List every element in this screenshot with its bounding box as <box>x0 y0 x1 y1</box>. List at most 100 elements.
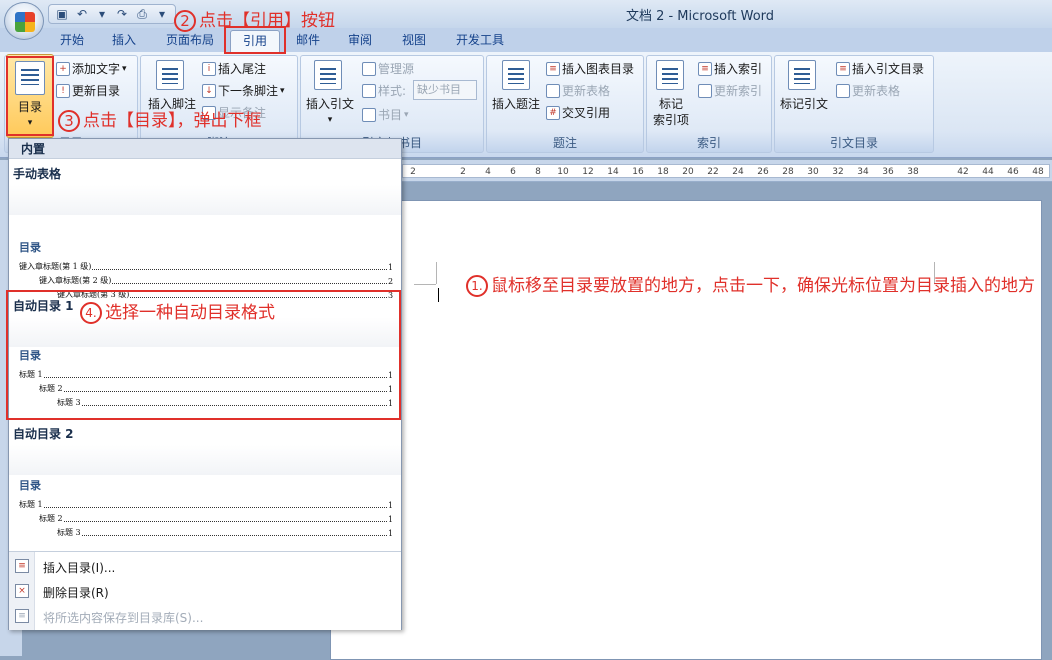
office-button[interactable] <box>4 2 44 40</box>
style-select[interactable]: 缺少书目 <box>413 80 477 100</box>
mark-citation-icon <box>788 60 816 90</box>
ruler-tick-label: 2 <box>460 167 466 177</box>
horizontal-ruler[interactable]: 2 2 4 6 8 10 12 14 16 18 20 22 24 26 28 30 32 34 36 38 42 44 4… <box>402 160 1052 182</box>
remove-toc-menu-item[interactable]: 删除目录(R) <box>43 584 109 601</box>
ruler-tick-label: 30 <box>807 167 819 177</box>
print-preview-icon[interactable]: ⎙ <box>133 6 151 22</box>
toc-preview-line: 标题 11 <box>19 500 394 510</box>
ruler-tick-label: 28 <box>782 167 794 177</box>
annotation-step-1: 1. 鼠标移至目录要放置的地方，点击一下，确保光标位置为目录插入的地方 <box>466 274 1046 299</box>
update-toc-label: 更新目录 <box>72 84 121 98</box>
insert-tof-button[interactable]: ≡ 插入图表目录 <box>546 60 634 77</box>
redo-icon[interactable]: ↷ <box>113 6 131 22</box>
toc-preview-line: 键入章标题(第 1 级) 1 <box>19 262 394 272</box>
cross-reference-label: 交叉引用 <box>562 106 611 120</box>
cross-reference-icon: # <box>546 105 560 120</box>
gallery-header: 内置 <box>9 139 401 159</box>
update-toa-label: 更新表格 <box>852 84 901 98</box>
endnote-icon: i <box>202 61 216 76</box>
style-label-wrap: 样式: <box>362 82 406 99</box>
mark-entry-button-line2[interactable]: 索引项 <box>648 112 694 128</box>
ruler-tick-label: 34 <box>857 167 869 177</box>
style-label: 样式: <box>378 84 407 98</box>
insert-endnote-label: 插入尾注 <box>218 62 267 76</box>
annotation-step-4: 4. 选择一种自动目录格式 <box>80 298 275 324</box>
update-index-label: 更新索引 <box>714 84 763 98</box>
manage-sources-button[interactable]: 管理源 <box>362 60 414 77</box>
toc-preview-heading: 目录 <box>19 479 41 492</box>
next-footnote-icon: ↓ <box>202 83 216 98</box>
remove-toc-icon: × <box>15 584 29 598</box>
chevron-down-icon: ▾ <box>404 109 409 120</box>
title-bar: ▣ ↶ ▾ ↷ ⎙ ▾ 文档 2 - Microsoft Word <box>0 0 1052 28</box>
option-band <box>9 445 401 475</box>
insert-toa-label: 插入引文目录 <box>852 62 925 76</box>
quick-access-toolbar: ▣ ↶ ▾ ↷ ⎙ ▾ <box>48 4 176 24</box>
ruler-tick-label: 4 <box>485 167 491 177</box>
cross-reference-button[interactable]: # 交叉引用 <box>546 104 610 121</box>
insert-citation-button[interactable]: 插入引文 <box>304 96 356 112</box>
insert-endnote-button[interactable]: i 插入尾注 <box>202 60 266 77</box>
ribbon-tabs: 开始 插入 页面布局 引用 邮件 审阅 视图 开发工具 <box>0 28 1052 52</box>
annotation-step-3: 3 点击【目录】，弹出下框 <box>58 106 262 132</box>
toc-option-manual[interactable]: 手动表格 目录 键入章标题(第 1 级) 1 键入章标题(第 2 级) 2 键入章标… <box>9 159 401 300</box>
toc-option-auto2[interactable]: 自动目录 2 目录 标题 11 标题 21 标题 31 <box>9 423 401 549</box>
highlight-toc-button <box>6 56 54 136</box>
update-table-label: 更新表格 <box>562 84 611 98</box>
bibliography-label: 书目 <box>378 108 403 122</box>
style-icon <box>362 83 376 98</box>
caption-group-label: 题注 <box>552 136 577 150</box>
tab-developer[interactable]: 开发工具 <box>448 30 512 52</box>
update-index-button[interactable]: 更新索引 <box>698 82 762 99</box>
insert-toa-button[interactable]: ≡ 插入引文目录 <box>836 60 924 77</box>
toc-preview-heading: 目录 <box>19 241 41 254</box>
option-band <box>9 185 401 215</box>
insert-toa-icon: ≡ <box>836 61 850 76</box>
mark-citation-button[interactable]: 标记引文 <box>776 96 832 112</box>
toc-preview-line: 键入章标题(第 2 级) 2 <box>39 276 394 286</box>
save-selection-menu-item[interactable]: 将所选内容保存到目录库(S)... <box>43 609 203 626</box>
ruler-tick-label: 46 <box>1007 167 1019 177</box>
add-text-icon: + <box>56 61 70 76</box>
margin-mark <box>414 284 436 285</box>
manage-sources-icon <box>362 61 376 76</box>
text-cursor <box>438 288 439 302</box>
save-icon[interactable]: ▣ <box>53 6 71 22</box>
tab-home[interactable]: 开始 <box>52 30 92 52</box>
tab-insert[interactable]: 插入 <box>104 30 144 52</box>
add-text-button[interactable]: + 添加文字 ▾ <box>56 60 127 77</box>
ruler-tick-label: 6 <box>510 167 516 177</box>
tab-review[interactable]: 审阅 <box>340 30 380 52</box>
ruler-tick-label: 26 <box>757 167 769 177</box>
tab-page-layout[interactable]: 页面布局 <box>158 30 222 52</box>
next-footnote-button[interactable]: ↓ 下一条脚注 ▾ <box>202 82 285 99</box>
update-toa-button[interactable]: 更新表格 <box>836 82 900 99</box>
update-table-icon <box>546 83 560 98</box>
dropdown-arrow-icon[interactable]: ▾ <box>93 6 111 22</box>
step-number: 2 <box>174 10 196 32</box>
tab-mailings[interactable]: 邮件 <box>288 30 328 52</box>
ruler-tick-label: 14 <box>607 167 619 177</box>
bibliography-button[interactable]: 书目 ▾ <box>362 106 409 123</box>
update-index-icon <box>698 83 712 98</box>
ruler-tick-label: 36 <box>882 167 894 177</box>
toc-preview-line: 标题 21 <box>39 514 394 524</box>
caption-icon <box>502 60 530 90</box>
update-table-button[interactable]: 更新表格 <box>546 82 610 99</box>
undo-icon[interactable]: ↶ <box>73 6 91 22</box>
insert-index-button[interactable]: ≡ 插入索引 <box>698 60 762 77</box>
mark-entry-button-line1[interactable]: 标记 <box>648 96 694 112</box>
step-number: 4. <box>80 302 102 324</box>
ruler-scale: 2 2 4 6 8 10 12 14 16 18 20 22 24 26 28 30 32 34 36 38 42 44 4… <box>402 164 1050 178</box>
insert-tof-label: 插入图表目录 <box>562 62 635 76</box>
ruler-tick-label: 48 <box>1032 167 1044 177</box>
ruler-tick-label: 16 <box>632 167 644 177</box>
ruler-tick-label: 10 <box>557 167 569 177</box>
tab-view[interactable]: 视图 <box>394 30 434 52</box>
toc-preview-line: 标题 31 <box>57 528 394 538</box>
update-toc-button[interactable]: ! 更新目录 <box>56 82 120 99</box>
insert-toc-menu-item[interactable]: 插入目录(I)... <box>43 559 115 576</box>
manage-sources-label: 管理源 <box>378 62 415 76</box>
customize-qat-icon[interactable]: ▾ <box>153 6 171 22</box>
insert-caption-button[interactable]: 插入题注 <box>490 96 542 112</box>
